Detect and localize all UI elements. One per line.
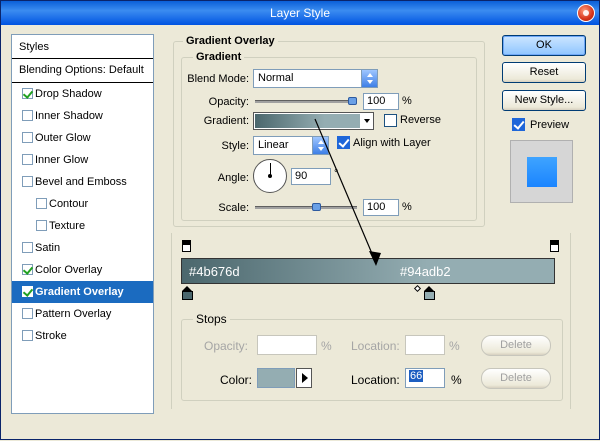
stop-location-value: 66	[409, 370, 424, 382]
layer-style-dialog: Layer Style Styles Blending Options: Def…	[0, 0, 600, 440]
play-arrow-icon	[302, 373, 308, 383]
color-stop-left[interactable]	[182, 286, 193, 300]
stop-location-input[interactable]: 66	[405, 368, 445, 388]
stop-opacity-label: Opacity:	[204, 339, 249, 353]
stop-location-unit: %	[451, 373, 462, 387]
stop-location-label: Location:	[351, 373, 400, 387]
stop-location-input-top[interactable]	[405, 335, 445, 355]
stop-location-unit-top: %	[449, 339, 460, 353]
stop-color-label: Color:	[220, 373, 253, 387]
stop-color-menu-arrow[interactable]	[296, 368, 312, 388]
stop-color-swatch[interactable]	[257, 368, 295, 388]
stop-opacity-input[interactable]	[257, 335, 317, 355]
stops-title: Stops	[193, 312, 230, 326]
stop-opacity-unit: %	[321, 339, 332, 353]
delete-color-stop-button[interactable]: Delete	[481, 368, 551, 389]
delete-opacity-stop-button[interactable]: Delete	[481, 335, 551, 356]
color-stop-right[interactable]	[424, 286, 435, 300]
stop-location-label-top: Location:	[351, 339, 400, 353]
